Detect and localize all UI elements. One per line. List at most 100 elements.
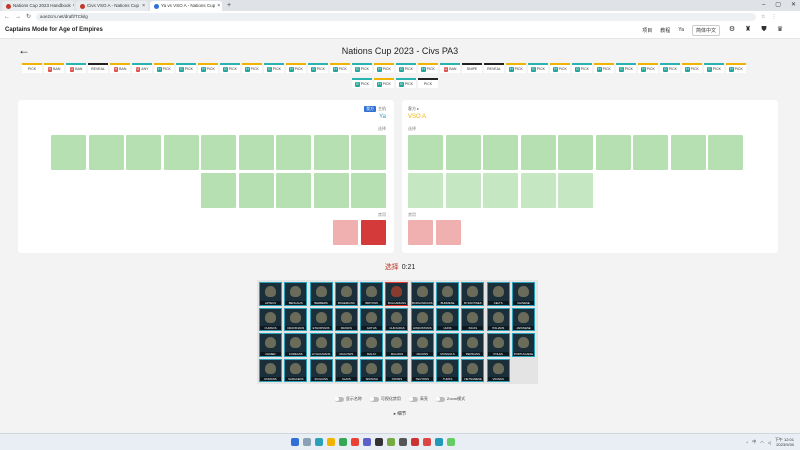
app-icon[interactable] <box>399 438 407 446</box>
minimize-icon[interactable]: – <box>762 0 765 10</box>
folder-icon[interactable] <box>327 438 335 446</box>
new-tab-button[interactable]: + <box>227 1 231 11</box>
crown-icon[interactable]: ♛ <box>776 26 784 34</box>
app-icon[interactable] <box>423 438 431 446</box>
steam-icon[interactable] <box>375 438 383 446</box>
toggle-highlight[interactable]: 高亮 <box>408 396 428 402</box>
civ-tile[interactable] <box>284 333 308 357</box>
civ-tile[interactable] <box>461 307 485 331</box>
civ-tile[interactable] <box>334 333 358 357</box>
pick-slot <box>445 172 481 208</box>
civ-tile[interactable] <box>385 282 409 306</box>
nav-user[interactable]: Ya <box>678 27 684 33</box>
civ-tile[interactable] <box>410 333 434 357</box>
shield-icon[interactable]: ⛊ <box>760 26 768 34</box>
civ-tile[interactable] <box>486 307 510 331</box>
wifi-icon[interactable]: ◠ <box>760 440 764 445</box>
civ-tile[interactable] <box>511 282 535 306</box>
favicon-icon <box>6 3 11 9</box>
sound-icon[interactable]: ♜ <box>744 26 752 34</box>
civ-tile[interactable] <box>309 333 333 357</box>
civ-tile[interactable] <box>385 333 409 357</box>
browser-tab-2[interactable]: Civs VSO A - Nations Cup × <box>76 1 148 11</box>
civ-tile[interactable] <box>259 358 282 382</box>
forward-nav-icon[interactable]: → <box>15 14 21 20</box>
star-icon[interactable]: ☆ <box>761 14 765 20</box>
civ-tile[interactable] <box>385 358 409 382</box>
back-nav-icon[interactable]: ← <box>4 14 10 20</box>
civ-tile[interactable] <box>360 307 384 331</box>
civ-tile[interactable] <box>486 282 510 306</box>
toggle-zoom[interactable]: Zoom模式 <box>435 396 465 402</box>
search-icon[interactable] <box>303 438 311 446</box>
browser-tab-1[interactable]: Nations Cup 2023 Handbook× <box>2 1 74 11</box>
civ-tile[interactable] <box>309 282 333 306</box>
chrome-icon[interactable] <box>351 438 359 446</box>
menu-dots-icon[interactable]: ⋮ <box>772 14 777 20</box>
switch[interactable] <box>408 396 418 402</box>
app-icon[interactable] <box>339 438 347 446</box>
nav-tutorial[interactable]: 教程 <box>660 27 670 34</box>
civ-tile[interactable] <box>360 333 384 357</box>
app-icon[interactable] <box>411 438 419 446</box>
close-icon[interactable]: × <box>217 1 220 11</box>
civ-tile[interactable] <box>360 358 384 382</box>
turn-item: H PICK <box>418 63 438 73</box>
chevron-up-icon[interactable]: ^ <box>746 440 748 445</box>
close-window-icon[interactable]: ✕ <box>791 0 796 10</box>
edge-icon[interactable] <box>315 438 323 446</box>
civ-tile[interactable] <box>410 307 434 331</box>
maximize-icon[interactable]: ▢ <box>775 0 781 10</box>
civ-tile[interactable] <box>436 282 460 306</box>
clock[interactable]: 下午 12:01 2023/9/30 <box>775 437 794 447</box>
app-icon[interactable] <box>387 438 395 446</box>
civ-tile[interactable] <box>410 282 434 306</box>
civ-tile[interactable] <box>385 307 409 331</box>
civ-tile[interactable] <box>334 307 358 331</box>
app-icon[interactable] <box>447 438 455 446</box>
volume-icon[interactable]: ◁ <box>768 440 771 445</box>
civ-tile[interactable] <box>259 307 282 331</box>
civ-tile[interactable] <box>309 307 333 331</box>
civ-tile[interactable] <box>284 358 308 382</box>
language-indicator[interactable]: 中 <box>752 439 756 445</box>
civ-tile[interactable] <box>360 282 384 306</box>
civ-tile[interactable] <box>284 307 308 331</box>
civ-tile[interactable] <box>259 282 282 306</box>
close-icon[interactable]: × <box>73 1 74 11</box>
civ-tile[interactable] <box>511 307 535 331</box>
civ-tile[interactable] <box>461 333 485 357</box>
civ-tile[interactable] <box>436 358 460 382</box>
civ-tile[interactable] <box>259 333 282 357</box>
civ-tile[interactable] <box>461 282 485 306</box>
app-icon[interactable] <box>435 438 443 446</box>
switch[interactable] <box>334 396 344 402</box>
pick-slot <box>313 135 349 170</box>
details-toggle[interactable]: ▸ 细节 <box>0 411 800 417</box>
nav-projects[interactable]: 项目 <box>642 27 652 34</box>
app-brand[interactable]: Captains Mode for Age of Empires <box>5 27 103 33</box>
civ-tile[interactable] <box>461 358 485 382</box>
civ-tile[interactable] <box>486 358 510 382</box>
civ-tile[interactable] <box>511 333 535 357</box>
windows-start-icon[interactable] <box>291 438 299 446</box>
toggle-show-names[interactable]: 显示名称 <box>334 396 362 402</box>
url-input[interactable]: aoe2cm.net/draft/TCkilg <box>36 12 757 21</box>
app-icon[interactable] <box>363 438 371 446</box>
language-select[interactable]: 简体中文 <box>691 24 720 36</box>
civ-tile[interactable] <box>410 358 434 382</box>
switch[interactable] <box>435 396 445 402</box>
gear-icon[interactable]: ⚙ <box>728 26 736 34</box>
civ-tile[interactable] <box>486 333 510 357</box>
civ-tile[interactable] <box>334 358 358 382</box>
close-icon[interactable]: × <box>142 1 145 11</box>
civ-tile[interactable] <box>334 282 358 306</box>
civ-tile[interactable] <box>436 307 460 331</box>
switch[interactable] <box>369 396 379 402</box>
reload-icon[interactable]: ↻ <box>26 13 31 20</box>
civ-tile[interactable] <box>284 282 308 306</box>
browser-tab-3[interactable]: Ya vs VSO A - Nations Cup × <box>150 1 222 11</box>
civ-tile[interactable] <box>309 358 333 382</box>
toggle-visual-bans[interactable]: 可视化禁用 <box>369 396 401 402</box>
civ-tile[interactable] <box>436 333 460 357</box>
